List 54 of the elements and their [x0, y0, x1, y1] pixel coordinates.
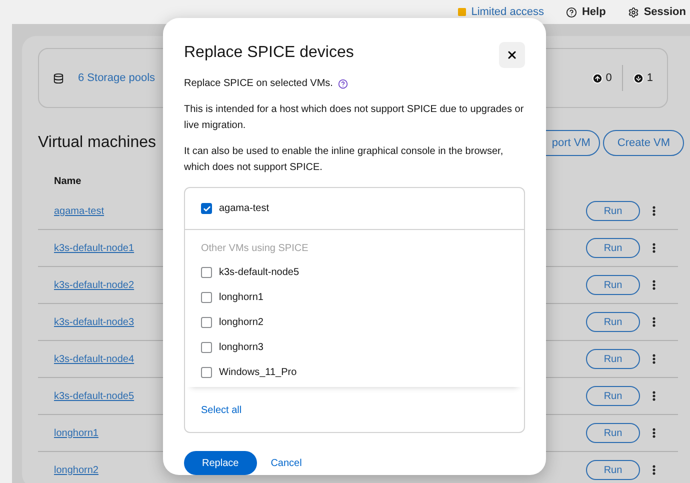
vm-link[interactable]: k3s-default-node5: [54, 390, 134, 402]
help-icon: [566, 6, 577, 18]
header-link[interactable]: Help: [566, 6, 606, 18]
vm-link[interactable]: longhorn1: [54, 428, 98, 438]
checkbox[interactable]: [201, 267, 212, 278]
gear-icon: [628, 6, 639, 18]
network-count: 0: [592, 72, 612, 84]
vm-link[interactable]: agama-test: [54, 206, 104, 216]
checkbox[interactable]: [201, 292, 212, 303]
network-count: 1: [632, 72, 653, 84]
run-button[interactable]: Run: [586, 386, 640, 406]
checkbox[interactable]: [201, 342, 212, 353]
column-header: Name: [54, 176, 82, 187]
vm-link[interactable]: k3s-default-node1: [54, 242, 134, 254]
warning-icon: [458, 8, 466, 16]
arrow-up-icon: [592, 72, 603, 84]
section-title: Virtual machines: [38, 134, 156, 152]
description-text: This is intended for a host which does not support SPICE due to upgrades or live migration.: [184, 103, 525, 133]
vm-link[interactable]: k3s-default-node4: [54, 354, 134, 364]
create-button[interactable]: Create VM: [603, 130, 684, 156]
vm-checkbox[interactable]: longhorn1: [201, 285, 508, 310]
vm-checkbox[interactable]: agama-test: [201, 196, 508, 221]
vm-checkbox[interactable]: longhorn3: [201, 335, 508, 360]
close-button[interactable]: [499, 42, 525, 68]
storage-icon: [53, 72, 64, 84]
run-button[interactable]: Run: [586, 423, 640, 443]
select-all-link[interactable]: Select all: [185, 387, 524, 432]
run-button[interactable]: Run: [586, 312, 640, 332]
checkbox[interactable]: [201, 203, 212, 214]
close-icon: [506, 49, 518, 61]
help-icon[interactable]: [338, 79, 348, 89]
description-text: It can also be used to enable the inline graphical console in the browser, which does not support SPICE.: [184, 145, 504, 175]
vm-link[interactable]: k3s-default-node2: [54, 280, 134, 290]
run-button[interactable]: Run: [586, 349, 640, 369]
header-link[interactable]: Limited access: [458, 6, 544, 18]
vm-link[interactable]: k3s-default-node3: [54, 316, 134, 328]
cancel-button[interactable]: Cancel: [266, 458, 306, 468]
intro-text: Replace SPICE on selected VMs.: [184, 77, 333, 91]
replace-button[interactable]: Replace: [184, 451, 257, 475]
group-label: Other VMs using SPICE: [201, 242, 310, 256]
run-button[interactable]: Run: [586, 238, 640, 258]
checkbox[interactable]: [201, 367, 212, 378]
run-button[interactable]: Run: [586, 275, 640, 295]
run-button[interactable]: Run: [586, 460, 640, 480]
vm-checkbox[interactable]: longhorn2: [201, 310, 508, 335]
header-link[interactable]: Session: [628, 6, 686, 18]
vm-link[interactable]: longhorn2: [54, 464, 98, 476]
checkbox[interactable]: [201, 317, 212, 328]
run-button[interactable]: Run: [586, 201, 640, 221]
storage-pools-link[interactable]: 6 Storage pools: [78, 72, 156, 84]
dialog-title: Replace SPICE devices: [184, 44, 354, 62]
vm-checkbox[interactable]: k3s-default-node5: [201, 260, 508, 285]
vm-checkbox[interactable]: Windows_11_Pro: [201, 360, 508, 385]
arrow-down-icon: [632, 72, 644, 84]
